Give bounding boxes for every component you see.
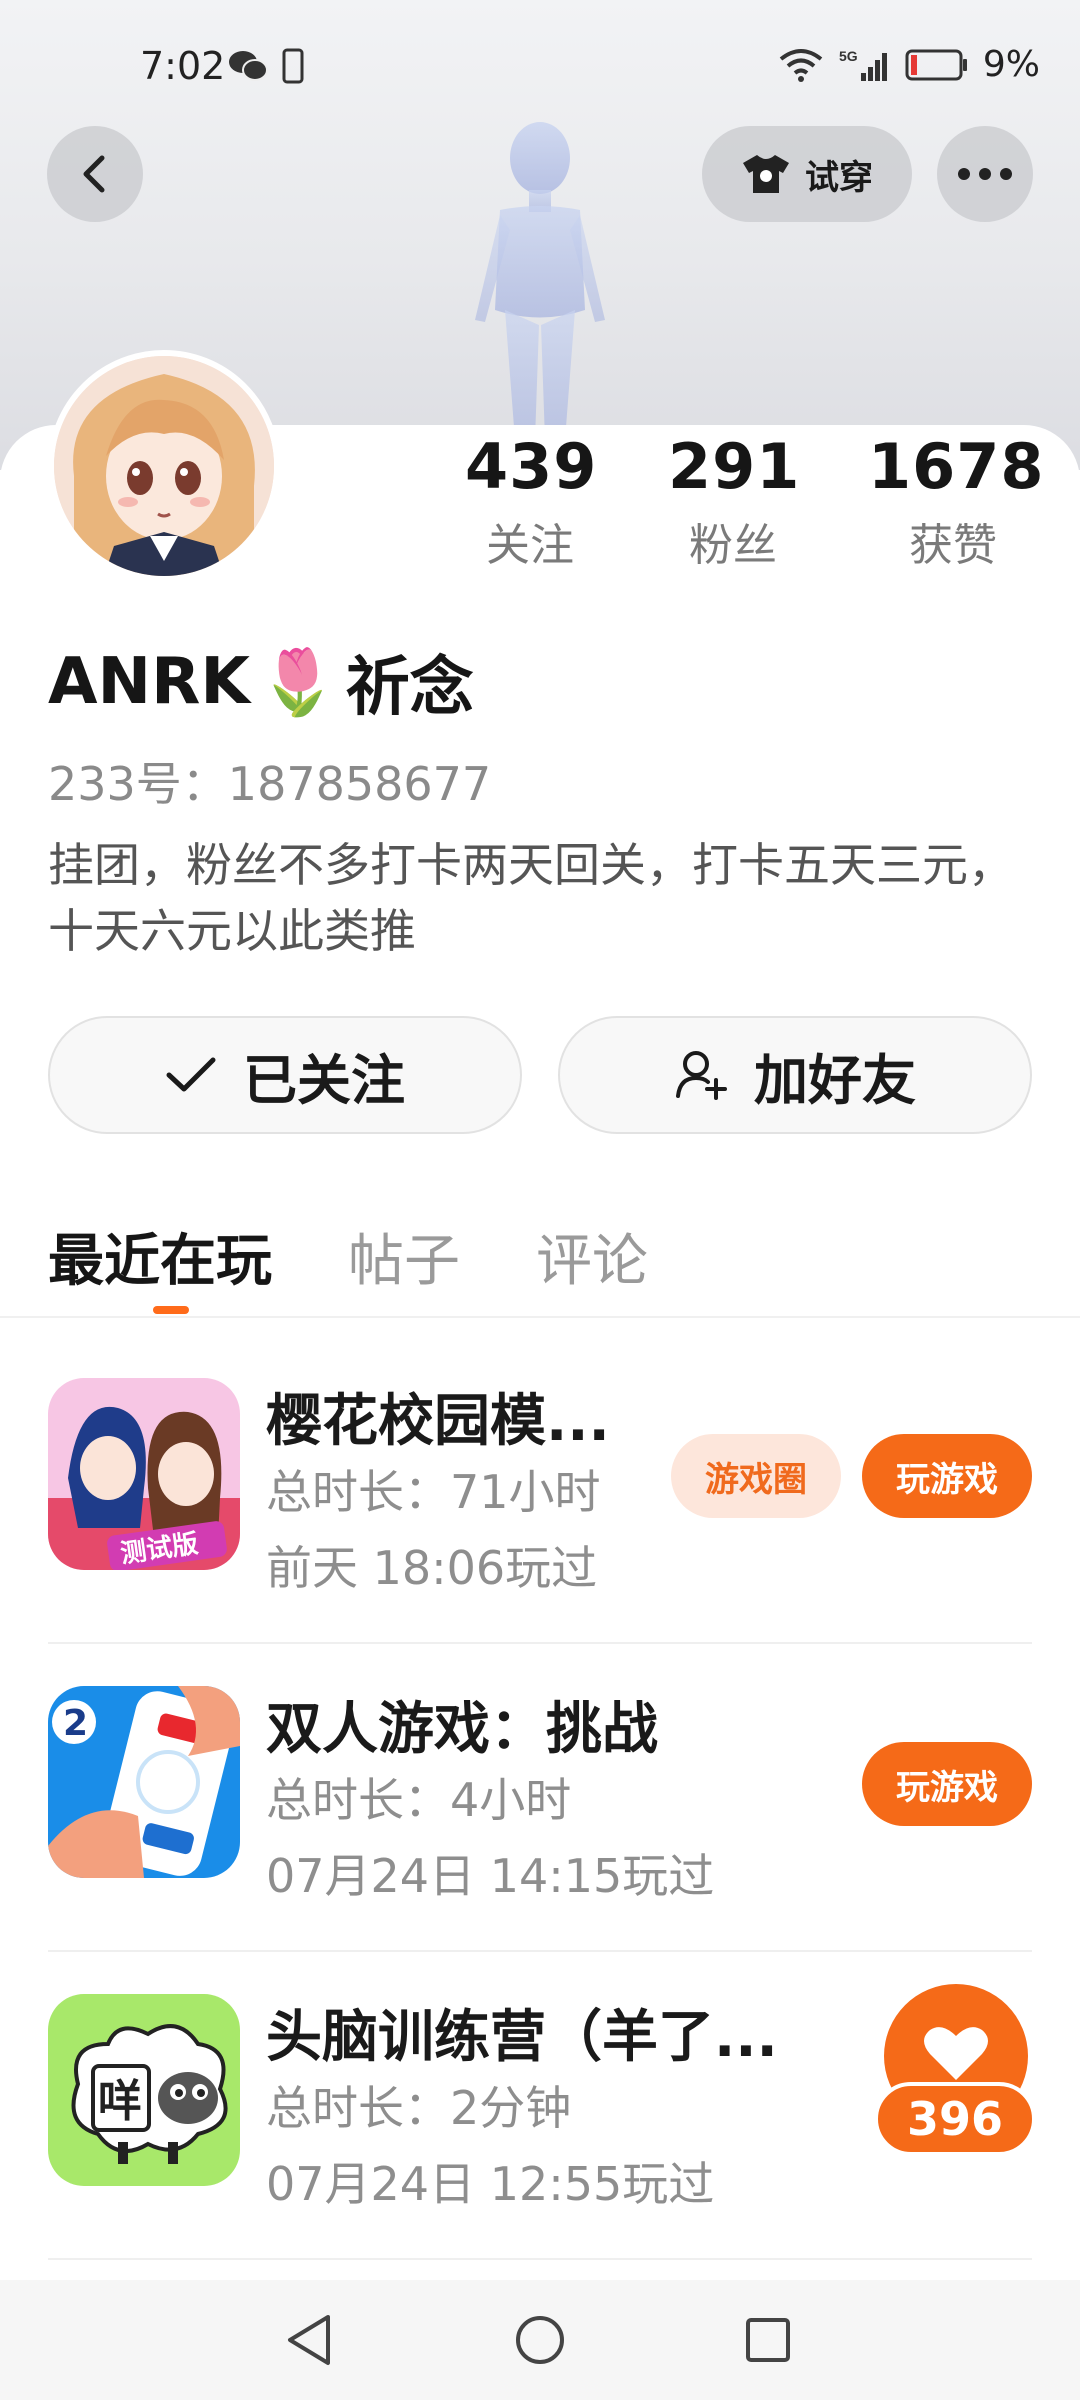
two-player-game-icon: 2 [48,1686,240,1878]
tshirt-icon [743,155,789,193]
game-last-played: 前天 18:06玩过 [266,1541,598,1595]
following-label: 关注 [486,520,574,571]
status-bar: 7:02 5G 9% [0,0,1080,130]
anime-girl-avatar-icon [54,356,274,576]
sheep-game-icon: 咩 [48,1994,240,2186]
try-on-label: 试穿 [805,157,873,198]
more-dots-icon [958,168,1012,180]
tab-comments[interactable]: 评论 [536,1216,648,1297]
add-friend-icon [676,1051,727,1100]
game-last-played: 07月24日 14:15玩过 [266,1849,715,1903]
svg-text:2: 2 [63,1703,88,1744]
tulip-emoji: 🌷 [257,645,338,720]
game-total-duration: 总时长：4小时 [266,1773,572,1827]
likes-count: 1678 [868,430,1045,503]
profile-name-suffix: 祈念 [345,651,474,725]
game-title: 头脑训练营（羊了... [266,2005,778,2070]
game-row[interactable]: 测试版 樱花校园模... 总时长：71小时 前天 18:06玩过 游戏圈 玩游戏 [0,1336,1080,1644]
battery-icon [905,49,967,80]
profile-name-text: ANRK [48,645,250,719]
row-divider [48,2258,1032,2260]
nav-recents-button[interactable] [738,2310,798,2370]
tabs-divider [0,1316,1080,1318]
try-on-button[interactable]: 试穿 [702,126,912,222]
tab-posts[interactable]: 帖子 [348,1216,460,1297]
battery-percent: 9% [982,44,1040,85]
following-button[interactable]: 已关注 [48,1016,522,1134]
profile-name: ANRK 🌷 祈念 [48,636,474,728]
play-game-button[interactable]: 玩游戏 [862,1742,1032,1826]
play-game-button[interactable]: 玩游戏 [862,1434,1032,1518]
signal-icon: 5G [839,48,887,81]
wifi-icon [779,48,823,82]
svg-text:5G: 5G [839,48,858,64]
profile-tabs: 最近在玩 帖子 评论 [48,1216,648,1297]
fans-label: 粉丝 [689,520,777,571]
triangle-back-icon [288,2315,330,2365]
stat-likes[interactable]: 1678 获赞 [868,430,1045,573]
game-title: 双人游戏：挑战 [266,1697,658,1762]
more-button[interactable] [937,126,1033,222]
checkmark-icon [166,1057,216,1092]
active-tab-indicator [153,1306,189,1314]
nav-home-button[interactable] [510,2310,570,2370]
sakura-school-game-icon: 测试版 [48,1378,240,1570]
game-total-duration: 总时长：71小时 [266,1465,601,1519]
like-count: 396 [874,2082,1036,2156]
game-title: 樱花校园模... [266,1389,610,1454]
circle-home-icon [516,2316,564,2364]
game-total-duration: 总时长：2分钟 [266,2081,572,2135]
avatar-figure-hologram [475,122,605,440]
back-button[interactable] [47,126,143,222]
profile-bio: 挂团，粉丝不多打卡两天回关，打卡五天三元，十天六元以此类推 [48,838,1014,958]
add-friend-button-label: 加好友 [754,1048,916,1112]
game-last-played: 07月24日 12:55玩过 [266,2157,715,2211]
system-navigation-bar [0,2280,1080,2400]
avatar[interactable] [48,350,280,582]
svg-text:咩: 咩 [98,2076,142,2127]
nav-back-button[interactable] [279,2310,339,2370]
game-circle-button[interactable]: 游戏圈 [671,1434,841,1518]
following-button-label: 已关注 [243,1048,405,1112]
back-arrow-icon [83,155,105,193]
stat-fans[interactable]: 291 粉丝 [668,430,801,573]
stat-following[interactable]: 439 关注 [465,430,598,573]
phone-icon [282,48,304,84]
tab-recently-played[interactable]: 最近在玩 [48,1216,272,1297]
following-count: 439 [465,430,598,503]
game-row[interactable]: 2 双人游戏：挑战 总时长：4小时 07月24日 14:15玩过 玩游戏 [0,1644,1080,1952]
user-id[interactable]: 233号：187858677 [48,748,491,814]
add-friend-button[interactable]: 加好友 [558,1016,1032,1134]
fans-count: 291 [668,430,801,503]
like-bubble[interactable]: 396 [874,1984,1036,2156]
status-time: 7:02 [140,44,226,88]
square-recents-icon [746,2318,790,2362]
likes-label: 获赞 [909,520,997,571]
wechat-icon [229,51,268,81]
